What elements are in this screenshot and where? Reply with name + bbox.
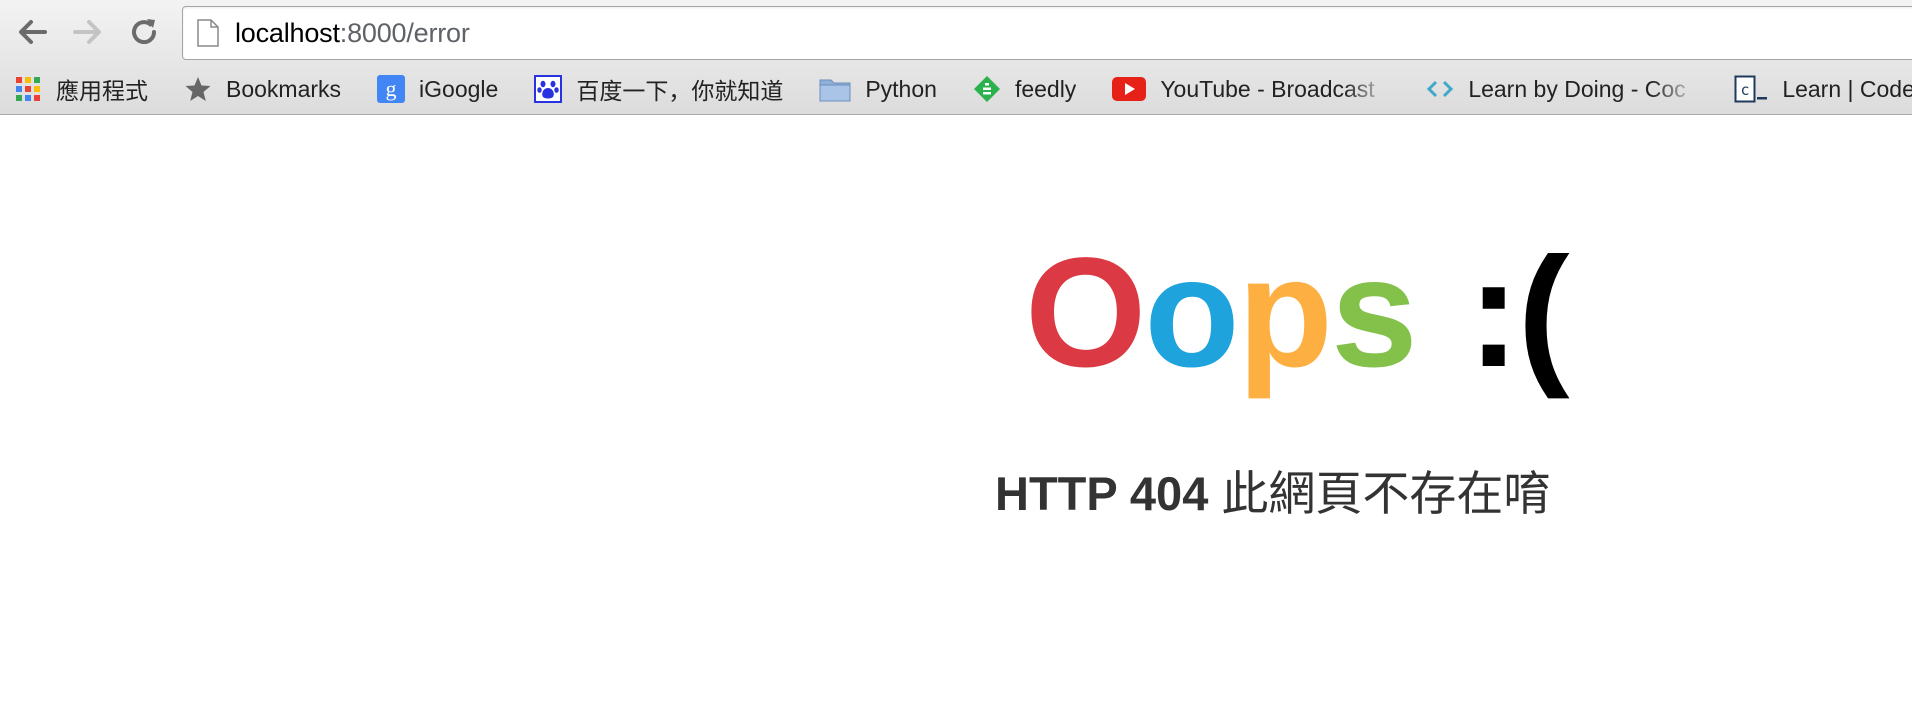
url-text[interactable]: localhost:8000/error [235, 18, 470, 49]
page-content [0, 115, 1912, 712]
bookmark-label: 百度一下，你就知道 [576, 78, 784, 104]
bookmark-label: Python [865, 75, 937, 102]
error-message: HTTP 404 此網頁不存在唷 [995, 455, 1550, 524]
bookmark-feedly[interactable]: feedly [973, 69, 1076, 109]
back-arrow-icon [19, 20, 47, 44]
bookmark-apps[interactable]: 應用程式 [14, 69, 148, 109]
bookmark-bookmarks[interactable]: Bookmarks [184, 69, 341, 109]
folder-icon [819, 75, 851, 103]
browser-toolbar: localhost:8000/error [0, 0, 1912, 64]
oops-letter-p: p [1237, 226, 1333, 400]
star-icon [184, 75, 212, 103]
reload-button[interactable] [122, 10, 166, 54]
forward-arrow-icon [73, 20, 101, 44]
bookmark-codecademy[interactable]: c Learn | Codecad [1734, 69, 1912, 109]
bookmark-igoogle[interactable]: g iGoogle [377, 69, 498, 109]
back-button[interactable] [10, 10, 54, 54]
feedly-icon [973, 75, 1001, 103]
oops-letter-o: o [1144, 226, 1239, 400]
reload-icon [132, 19, 157, 45]
bookmark-label: 應用程式 [56, 78, 148, 104]
google-g-icon: g [377, 75, 406, 103]
oops-heading: Oops :( [1025, 226, 1570, 400]
forward-button[interactable] [66, 10, 110, 54]
bookmark-baidu[interactable]: 百度一下，你就知道 [534, 69, 783, 109]
bookmark-label: Bookmarks [226, 75, 342, 102]
bookmarks-bar: 應用程式 Bookmarks g iGoogle 百度一下，你就知道 Pytho… [0, 64, 1912, 114]
http-status-code: HTTP 404 [995, 467, 1209, 520]
bookmark-python-folder[interactable]: Python [819, 69, 937, 109]
baidu-paw-icon [534, 75, 563, 103]
page-icon [197, 19, 219, 47]
url-path: :8000/error [339, 17, 470, 48]
bookmark-learn-by-doing[interactable]: Learn by Doing - Coc [1426, 69, 1698, 109]
address-bar[interactable]: localhost:8000/error [182, 6, 1912, 60]
youtube-icon [1112, 75, 1147, 103]
svg-text:c: c [1741, 81, 1750, 99]
svg-text:g: g [386, 76, 397, 101]
bookmark-label: Learn by Doing - Coc [1468, 75, 1686, 102]
apps-grid-icon [14, 75, 42, 103]
bookmark-label: Learn | Codecad [1782, 75, 1912, 102]
bookmark-youtube[interactable]: YouTube - Broadcast [1112, 69, 1390, 109]
codecademy-icon: c [1734, 75, 1768, 103]
sad-face: :( [1467, 226, 1570, 400]
browser-chrome: localhost:8000/error 應用程式 Bookmarks g iG… [0, 0, 1912, 115]
bookmark-label: iGoogle [419, 75, 499, 102]
bookmark-label: feedly [1014, 75, 1077, 102]
code-brackets-icon [1426, 75, 1454, 103]
error-description: 此網頁不存在唷 [1208, 467, 1551, 520]
bookmark-label: YouTube - Broadcast [1160, 75, 1375, 102]
oops-letter-O: O [1025, 226, 1146, 400]
oops-letter-s: s [1330, 226, 1418, 400]
url-host: localhost [235, 17, 340, 48]
